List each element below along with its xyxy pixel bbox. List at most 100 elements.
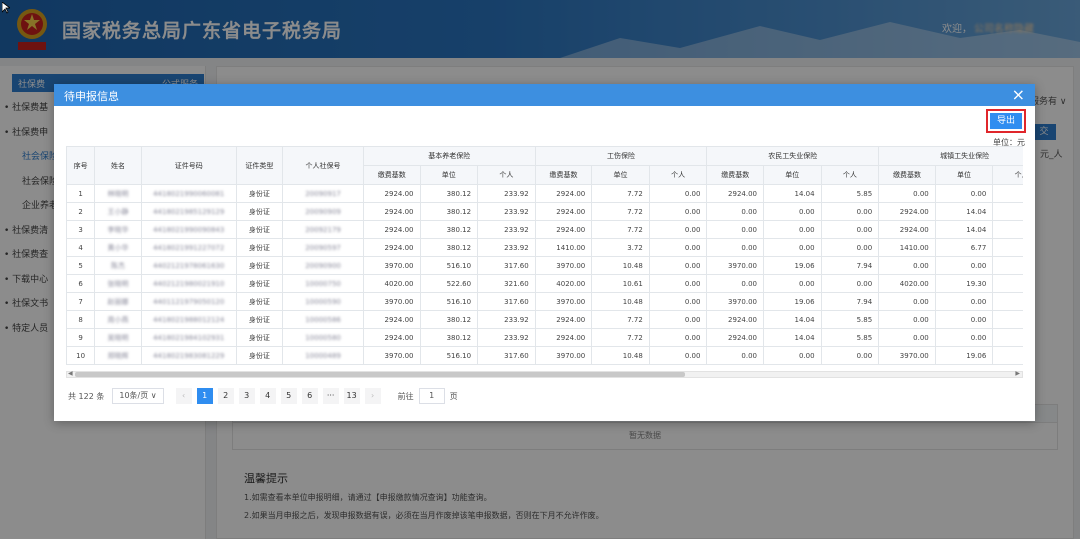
cell-personal-no: 20090597 (282, 238, 364, 257)
declaration-table: 序号 姓名 证件号码 证件类型 个人社保号 基本养老保险 工伤保险 农民工失业保… (66, 146, 1023, 365)
table-row[interactable]: 3 李晓华 4418021990090843 身份证 20092179 2924.00 38… (66, 220, 1023, 239)
cell-id-no: 4418021984102931 (140, 328, 237, 347)
page-number[interactable]: 6 (301, 388, 318, 404)
cell-amount: 0.00 (706, 274, 764, 293)
cell-id-type: 身份证 (235, 238, 284, 257)
table-row[interactable]: 6 张晓明 4402121980021910 身份证 10000750 4020.00 52… (66, 274, 1023, 293)
cell-amount: 0.00 (648, 184, 708, 203)
table-row[interactable]: 2 王小静 4418021985129129 身份证 20090909 2924.00 38… (66, 202, 1023, 221)
col-name: 姓名 (94, 146, 142, 185)
table-row[interactable]: 7 赵丽娜 4401121979050120 身份证 10000590 3970.00 51… (66, 292, 1023, 311)
cell-amount: 5.85 (820, 328, 880, 347)
dialog-title: 待申报信息 (64, 90, 119, 103)
cell-amount: 0.00 (820, 202, 880, 221)
page-number[interactable]: 2 (217, 388, 234, 404)
page-number[interactable]: 4 (259, 388, 276, 404)
cell-id-type: 身份证 (235, 202, 284, 221)
cell-id-type: 身份证 (235, 220, 284, 239)
cell-amount: 3970.00 (534, 292, 593, 311)
cell-amount: 317.60 (477, 292, 536, 311)
col-id-no: 证件号码 (140, 146, 237, 185)
cell-name: 吴晓明 (94, 328, 142, 347)
cell-amount: 233.92 (477, 310, 536, 329)
col-sub-header: 个人 (648, 165, 708, 185)
table-row[interactable]: 8 周小燕 4418021988012124 身份证 10000586 2924.00 38… (66, 310, 1023, 329)
cell-amount: 19.06 (762, 256, 822, 275)
cell-amount: 0.00 (648, 220, 708, 239)
cell-id-type: 身份证 (235, 328, 284, 347)
cell-amount: 0.00 (934, 328, 994, 347)
page-number[interactable]: 1 (196, 388, 213, 404)
cell-amount: 6.77 (934, 238, 994, 257)
page-number[interactable]: ··· (322, 388, 339, 404)
cell-amount: 0.00 (706, 202, 764, 221)
table-row[interactable]: 10 郑晓辉 4418021983081229 身份证 10000489 3970.00 5… (66, 346, 1023, 365)
cell-amount: 7.72 (591, 310, 650, 329)
table-row[interactable]: 4 黄小华 4418021991227072 身份证 20090597 2924.00 38… (66, 238, 1023, 257)
cell-amount: 0.00 (934, 292, 994, 311)
cell-amount: 2924.00 (362, 328, 421, 347)
cell-amount: 3970.00 (706, 256, 764, 275)
close-icon[interactable]: × (1012, 85, 1025, 105)
cell-name: 林晓明 (94, 184, 142, 203)
cell-amount: 516.10 (419, 346, 479, 365)
col-sub-header: 单位 (419, 165, 479, 185)
cell-amount: 0.00 (762, 274, 822, 293)
cell-amount: 10.61 (591, 274, 650, 293)
cell-personal-no: 10000489 (282, 346, 364, 365)
goto-page-input[interactable]: 1 (418, 388, 445, 404)
scrollbar-thumb[interactable] (75, 372, 685, 377)
cell-amount: 0.00 (648, 346, 708, 365)
declaration-table-wrap[interactable]: 序号 姓名 证件号码 证件类型 个人社保号 基本养老保险 工伤保险 农民工失业保… (66, 146, 1023, 368)
cell-amount: 0.00 (878, 256, 936, 275)
goto-page: 前往 1 页 (398, 388, 458, 404)
cell-seq: 8 (66, 310, 96, 329)
page-number[interactable]: 13 (343, 388, 360, 404)
cell-id-no: 4402121980021910 (140, 274, 237, 293)
cell-amount: 1410.00 (534, 238, 593, 257)
cell-amount: 5.85 (820, 184, 880, 203)
export-button[interactable]: 导出 (990, 113, 1022, 129)
cell-amount: 7.94 (820, 256, 880, 275)
goto-prefix: 前往 (397, 391, 414, 401)
scroll-right-icon[interactable]: ▶ (1015, 370, 1020, 377)
cell-amount: 0.00 (648, 310, 708, 329)
cell-seq: 6 (66, 274, 96, 293)
scroll-left-icon[interactable]: ◀ (68, 370, 73, 377)
prev-page-icon[interactable]: ‹ (175, 388, 192, 404)
cell-amount: 3970.00 (706, 292, 764, 311)
page-size-select[interactable]: 10条/页 ∨ (112, 388, 164, 404)
next-page-icon[interactable]: › (364, 388, 381, 404)
cell-name: 周小燕 (94, 310, 142, 329)
cell-personal-no: 10000590 (282, 292, 364, 311)
group-injury: 工伤保险 (534, 146, 708, 166)
col-sub-header: 个人 (477, 165, 536, 185)
table-row[interactable]: 5 陈杰 4402121978061630 身份证 20090900 3970.00 516… (66, 256, 1023, 275)
cell-personal-no: 20090917 (282, 184, 364, 203)
export-highlight: 导出 (986, 109, 1026, 133)
cell-amount: 0.00 (934, 310, 994, 329)
cell-id-type: 身份证 (235, 274, 284, 293)
cell-amount: 10.48 (591, 292, 650, 311)
cell-amount: 2924.00 (534, 202, 593, 221)
cell-amount: 0.00 (878, 310, 936, 329)
cell-amount: 0.00 (648, 292, 708, 311)
table-row[interactable]: 1 林晓明 4418021990060081 身份证 20090917 2924.00 38… (66, 184, 1023, 203)
cell-seq: 5 (66, 256, 96, 275)
cell-personal-no: 10000586 (282, 310, 364, 329)
pending-declaration-dialog: 待申报信息 × 导出 单位：元 序号 姓名 证件号码 证件类型 个人社保号 基本… (54, 84, 1035, 421)
cell-amount: 317.60 (477, 346, 536, 365)
cell-amount: 0.00 (934, 184, 994, 203)
page-number[interactable]: 5 (280, 388, 297, 404)
table-row[interactable]: 9 吴晓明 4418021984102931 身份证 10000580 2924.00 38… (66, 328, 1023, 347)
cell-amount: 0.00 (762, 238, 822, 257)
cell-amount: 0.00 (820, 238, 880, 257)
cell-amount: 3970.00 (362, 346, 421, 365)
cell-amount: 3.72 (591, 238, 650, 257)
cell-personal-no: 20092179 (282, 220, 364, 239)
cell-amount: 2.82 (992, 238, 1023, 257)
cell-amount: 0.00 (878, 184, 936, 203)
horizontal-scrollbar[interactable]: ◀ ▶ (66, 370, 1023, 378)
page-number[interactable]: 3 (238, 388, 255, 404)
cell-seq: 9 (66, 328, 96, 347)
